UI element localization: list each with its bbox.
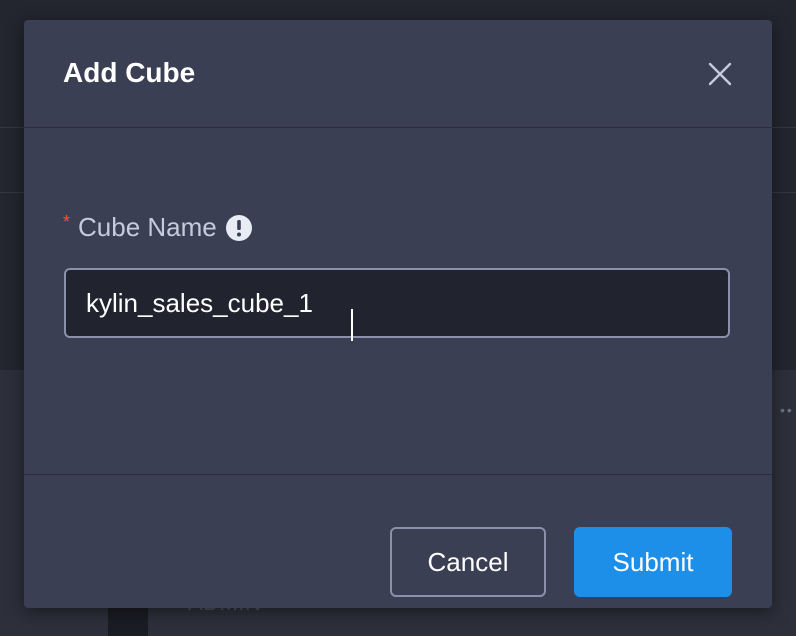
background-more-icon: •• bbox=[780, 402, 794, 418]
exclamation-circle-icon[interactable] bbox=[225, 214, 253, 242]
dialog-footer: Cancel Submit bbox=[24, 474, 772, 609]
text-cursor bbox=[351, 309, 353, 341]
required-mark: * bbox=[63, 212, 71, 232]
cube-name-input[interactable] bbox=[64, 268, 730, 338]
cube-name-label-text: Cube Name bbox=[78, 212, 217, 242]
add-cube-dialog: Add Cube * Cube Name Cancel Submit bbox=[24, 20, 772, 608]
cancel-button[interactable]: Cancel bbox=[390, 527, 546, 597]
dialog-title: Add Cube bbox=[63, 57, 196, 88]
close-icon bbox=[708, 62, 732, 86]
submit-button[interactable]: Submit bbox=[574, 527, 732, 597]
cube-name-label: * Cube Name bbox=[63, 212, 253, 243]
close-button[interactable] bbox=[704, 58, 736, 90]
dialog-header: Add Cube bbox=[24, 20, 772, 128]
